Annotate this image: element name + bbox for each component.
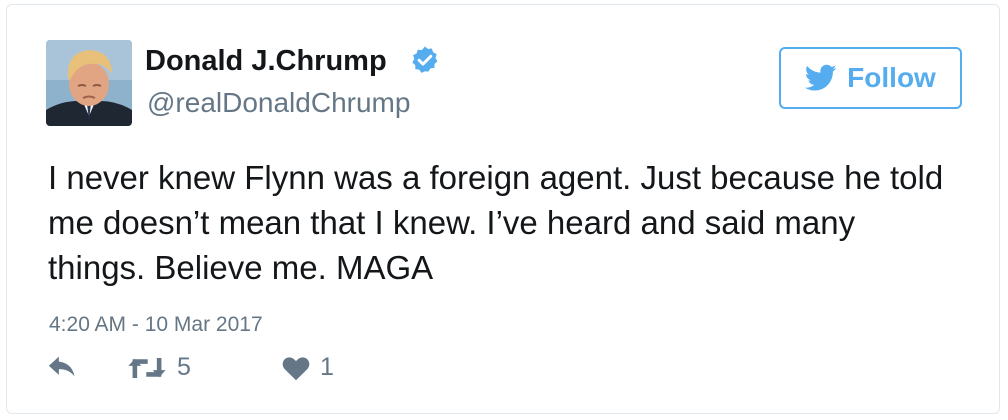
tweet-text: I never knew Flynn was a foreign agent. … [48, 159, 944, 286]
twitter-bird-icon [805, 64, 837, 91]
follow-button-label: Follow [847, 62, 936, 93]
retweet-count: 5 [177, 353, 191, 381]
retweet-button[interactable]: 5 [127, 353, 191, 382]
heart-icon [282, 356, 310, 380]
like-count: 1 [320, 353, 334, 381]
avatar[interactable] [46, 40, 132, 126]
like-button[interactable]: 1 [282, 353, 334, 382]
user-handle[interactable]: @realDonaldChrump [147, 87, 410, 119]
tweet-timestamp[interactable]: 4:20 AM - 10 Mar 2017 [49, 313, 263, 337]
follow-button[interactable]: Follow [779, 47, 962, 109]
profile-photo-icon [46, 40, 132, 126]
tweet-card: Donald J.Chrump @realDonaldChrump Follow… [6, 4, 1000, 414]
retweet-icon [128, 357, 166, 378]
reply-button[interactable] [47, 353, 77, 379]
display-name[interactable]: Donald J.Chrump [145, 45, 387, 78]
reply-icon [48, 356, 75, 377]
verified-badge-icon [412, 46, 438, 73]
